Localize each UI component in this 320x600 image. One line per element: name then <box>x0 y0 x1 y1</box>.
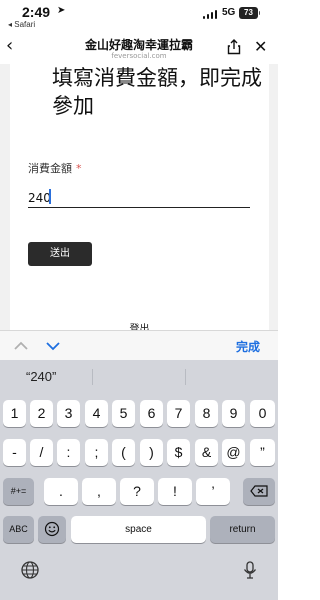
mic-icon[interactable] <box>240 560 260 580</box>
alphabet-toggle-key[interactable]: ABC <box>3 516 34 543</box>
key[interactable]: & <box>195 439 218 466</box>
return-key[interactable]: return <box>210 516 275 543</box>
form-heading: 填寫消費金額，即完成參加 <box>52 66 262 118</box>
close-icon[interactable]: ✕ <box>254 37 267 56</box>
key[interactable]: 0 <box>250 400 275 427</box>
back-chevron-icon[interactable]: ‹ <box>6 36 24 56</box>
amount-input[interactable] <box>28 188 250 208</box>
battery-icon: 73 <box>239 7 260 19</box>
suggestion-item[interactable]: “240” <box>26 369 56 384</box>
symbols-toggle-key[interactable]: #+= <box>3 478 34 505</box>
suggestion-divider <box>92 369 93 385</box>
key[interactable]: ” <box>250 439 275 466</box>
status-bar: 2:49 ➤ ◂ Safari 5G 73 <box>0 0 278 30</box>
network-label: 5G <box>222 7 236 18</box>
key[interactable]: - <box>3 439 26 466</box>
key[interactable]: ; <box>85 439 108 466</box>
key[interactable]: 6 <box>140 400 163 427</box>
key[interactable]: 4 <box>85 400 108 427</box>
input-accessory-bar: 完成 <box>0 330 278 360</box>
space-key[interactable]: space <box>71 516 206 543</box>
emoji-icon <box>44 521 60 537</box>
key[interactable]: 9 <box>222 400 245 427</box>
amount-label-text: 消費金額 <box>28 162 72 175</box>
key[interactable]: ! <box>158 478 192 505</box>
done-button[interactable]: 完成 <box>236 338 260 355</box>
page-title: 金山好趣淘幸運拉霸 <box>84 38 193 52</box>
key[interactable]: 5 <box>112 400 135 427</box>
amount-field-label: 消費金額 * <box>28 160 82 176</box>
key[interactable]: . <box>44 478 78 505</box>
key[interactable]: ’ <box>196 478 230 505</box>
globe-icon[interactable] <box>20 560 40 580</box>
key[interactable]: ( <box>112 439 135 466</box>
key[interactable]: , <box>82 478 116 505</box>
key[interactable]: / <box>30 439 53 466</box>
delete-icon <box>250 485 268 497</box>
navigation-bar: ‹ 金山好趣淘幸運拉霸 feversocial.com ✕ <box>0 30 278 64</box>
web-content: 填寫消費金額，即完成參加 消費金額 * 送出 登出 <box>0 64 278 330</box>
chevron-up-icon[interactable] <box>12 337 30 355</box>
key[interactable]: : <box>57 439 80 466</box>
key[interactable]: 1 <box>3 400 26 427</box>
form-card: 填寫消費金額，即完成參加 消費金額 * 送出 登出 <box>10 64 269 330</box>
key[interactable]: ) <box>140 439 163 466</box>
chevron-down-icon[interactable] <box>44 337 62 355</box>
required-mark: * <box>76 162 82 175</box>
key[interactable]: $ <box>167 439 190 466</box>
key[interactable]: ? <box>120 478 154 505</box>
keyboard: “240” 1 2 3 4 5 6 7 8 9 0 - / : ; ( ) $ … <box>0 360 278 600</box>
back-to-app-link[interactable]: ◂ Safari <box>8 20 35 29</box>
key[interactable]: 2 <box>30 400 53 427</box>
location-arrow-icon: ➤ <box>57 5 66 16</box>
logout-link[interactable]: 登出 <box>10 320 269 330</box>
delete-key[interactable] <box>243 478 275 505</box>
key[interactable]: 8 <box>195 400 218 427</box>
key[interactable]: 7 <box>167 400 190 427</box>
emoji-key[interactable] <box>38 516 66 543</box>
submit-button[interactable]: 送出 <box>28 242 92 266</box>
key[interactable]: 3 <box>57 400 80 427</box>
suggestion-bar: “240” <box>0 360 278 392</box>
status-time: 2:49 <box>22 4 51 20</box>
page-url: feversocial.com <box>111 52 167 60</box>
text-caret <box>49 189 51 204</box>
suggestion-divider <box>185 369 186 385</box>
signal-icon <box>203 9 217 19</box>
share-icon[interactable] <box>226 39 242 55</box>
key[interactable]: @ <box>222 439 245 466</box>
